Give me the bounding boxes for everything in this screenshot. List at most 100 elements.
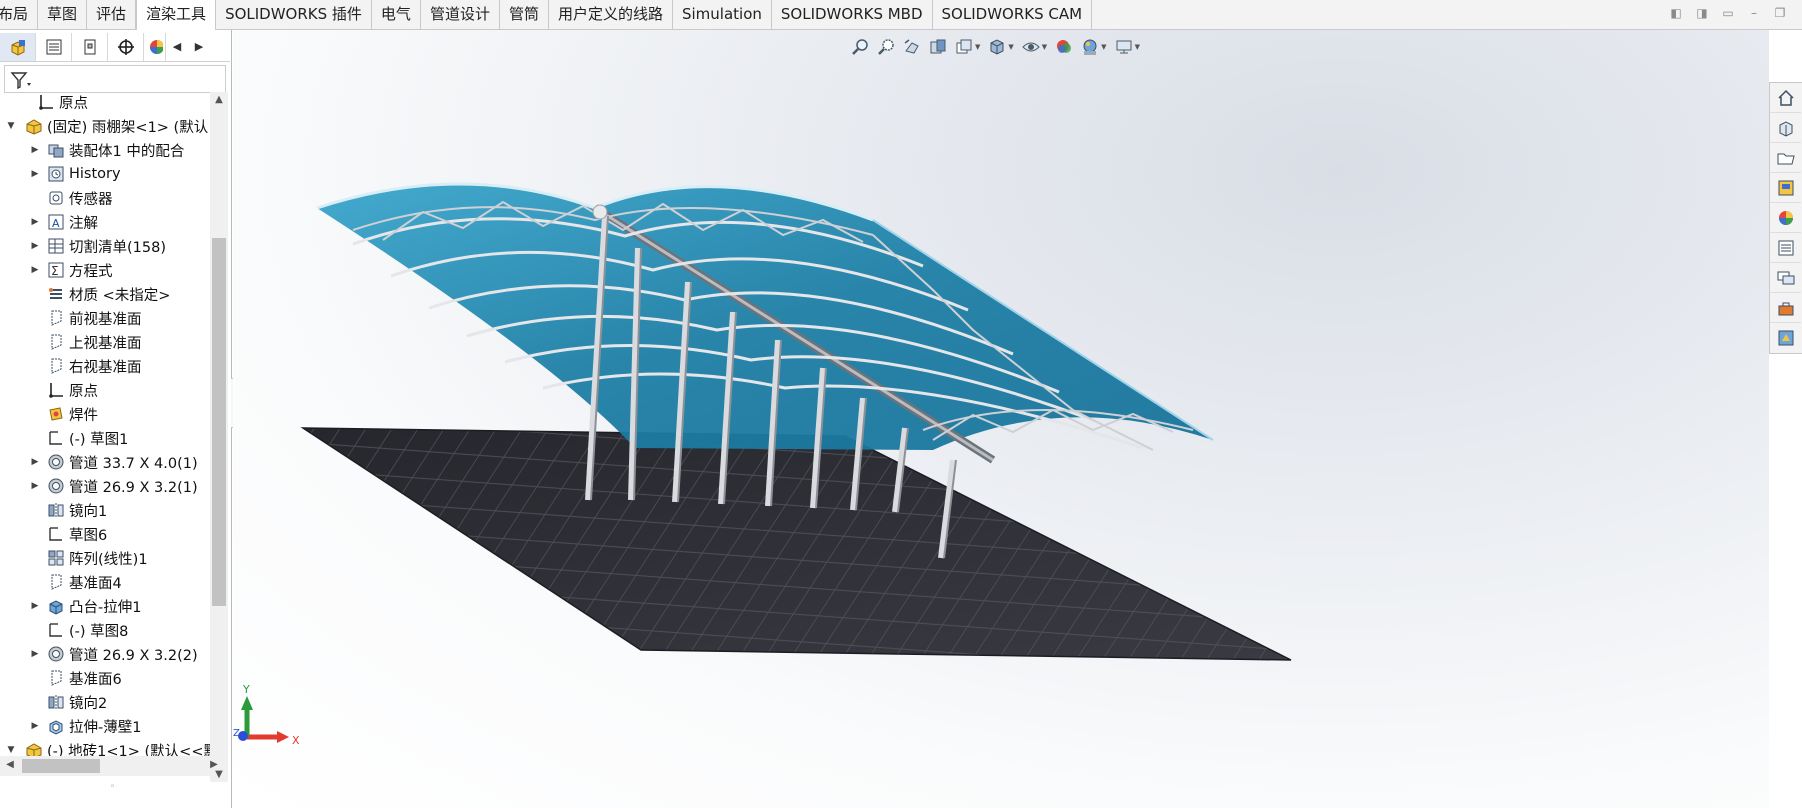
property-manager-tab[interactable]: [36, 32, 72, 61]
feature-tree-item[interactable]: ▶ 切割清单(158): [28, 234, 166, 258]
ribbon-tab[interactable]: SOLIDWORKS MBD: [772, 0, 933, 30]
zoom-to-area-button[interactable]: [875, 36, 897, 58]
panel-resize-grip[interactable]: ◦: [110, 782, 115, 792]
appearances-tab[interactable]: [1770, 203, 1801, 233]
feature-tree-item[interactable]: 焊件: [28, 402, 98, 426]
section-view-button[interactable]: [927, 36, 949, 58]
zoom-to-fit-button[interactable]: [849, 36, 871, 58]
feature-tree-item[interactable]: 上视基准面: [28, 330, 142, 354]
design-library-tab[interactable]: [1770, 113, 1801, 143]
feature-tree-item[interactable]: (-) 草图8: [28, 618, 128, 642]
feature-tree-item[interactable]: 基准面4: [28, 570, 122, 594]
solidworks-forum-tab[interactable]: [1770, 263, 1801, 293]
feature-tree-item[interactable]: ▶ 管道 26.9 X 3.2(2): [28, 642, 198, 666]
solidworks-resources-tab[interactable]: [1770, 83, 1801, 113]
ribbon-tab[interactable]: 评估: [87, 0, 137, 30]
feature-tree-item[interactable]: ▶ Σ 方程式: [28, 258, 113, 282]
dimxpert-tab[interactable]: [108, 32, 144, 61]
minimize-icon[interactable]: –: [1746, 5, 1762, 21]
dropdown-caret-icon[interactable]: ▼: [1101, 43, 1106, 51]
tab-scroll-right-icon[interactable]: ▶: [188, 33, 210, 61]
expand-arrow-icon[interactable]: ▶: [28, 241, 42, 251]
feature-tree-item[interactable]: ▶ A 注解: [28, 210, 98, 234]
ribbon-tab[interactable]: 电气: [372, 0, 421, 30]
feature-tree-item[interactable]: 传感器: [28, 186, 113, 210]
feature-tree-item[interactable]: (-) 草图1: [28, 426, 128, 450]
view-orientation-button[interactable]: [986, 36, 1008, 58]
view-palette-tab[interactable]: [1770, 173, 1801, 203]
ribbon-tab[interactable]: 草图: [38, 0, 88, 30]
dropdown-caret-icon[interactable]: ▼: [1008, 43, 1013, 51]
feature-tree-item[interactable]: ▼ (固定) 雨棚架<1> (默认: [4, 114, 208, 138]
expand-arrow-icon[interactable]: ▶: [28, 649, 42, 659]
tree-horizontal-scrollbar[interactable]: ◀ ▶: [0, 756, 218, 776]
dropdown-caret-icon[interactable]: ▼: [975, 43, 980, 51]
previous-view-button[interactable]: [901, 36, 923, 58]
ribbon-tab[interactable]: 管筒: [500, 0, 549, 30]
feature-tree-item[interactable]: 前视基准面: [28, 306, 142, 330]
ribbon-tab[interactable]: 管道设计: [421, 0, 500, 30]
ribbon-tab[interactable]: 布局: [0, 0, 39, 30]
expand-arrow-icon[interactable]: ▶: [28, 601, 42, 611]
graphics-area[interactable]: X Y Z ▼ ▼ ▼ ▼ ▼: [233, 30, 1769, 808]
feature-tree-item[interactable]: ▶ 管道 26.9 X 3.2(1): [28, 474, 198, 498]
structural-member-icon: [46, 476, 66, 496]
feature-tree-item[interactable]: 右视基准面: [28, 354, 142, 378]
tile-left-icon[interactable]: ◧: [1668, 5, 1684, 21]
expand-arrow-icon[interactable]: ▶: [28, 217, 42, 227]
ribbon-tab[interactable]: SOLIDWORKS CAM: [933, 0, 1093, 30]
collapse-arrow-icon[interactable]: ▼: [4, 745, 18, 755]
expand-arrow-icon[interactable]: ▶: [28, 721, 42, 731]
expand-arrow-icon[interactable]: ▶: [28, 145, 42, 155]
feature-tree-item[interactable]: ▶ 管道 33.7 X 4.0(1): [28, 450, 198, 474]
feature-tree-item[interactable]: 草图6: [28, 522, 107, 546]
vertical-scroll-thumb[interactable]: [212, 238, 226, 606]
feature-tree-item[interactable]: ▶ 凸台-拉伸1: [28, 594, 142, 618]
dynamic-annotation-button[interactable]: [953, 36, 975, 58]
restore-window-icon[interactable]: ▭: [1720, 5, 1736, 21]
configuration-manager-tab[interactable]: [72, 32, 108, 61]
ribbon-tab[interactable]: 用户定义的线路: [549, 0, 673, 30]
model-view[interactable]: X Y Z: [233, 30, 1769, 808]
feature-tree-item[interactable]: 基准面6: [28, 666, 122, 690]
maximize-icon[interactable]: ❐: [1772, 5, 1788, 21]
expand-arrow-icon[interactable]: ▶: [28, 457, 42, 467]
feature-filter-box[interactable]: [4, 65, 226, 93]
tree-vertical-scrollbar[interactable]: ▲ ▼: [210, 92, 228, 782]
scroll-right-icon[interactable]: ▶: [206, 759, 222, 770]
tile-right-icon[interactable]: ◨: [1694, 5, 1710, 21]
collapse-arrow-icon[interactable]: ▼: [4, 121, 18, 131]
edit-appearance-button[interactable]: [1053, 36, 1075, 58]
feature-tree-item[interactable]: 原点: [28, 90, 88, 114]
horizontal-scroll-thumb[interactable]: [22, 759, 100, 773]
feature-tree-item[interactable]: 镜向1: [28, 498, 107, 522]
tab-scroll-left-icon[interactable]: ◀: [166, 33, 188, 61]
dropdown-caret-icon[interactable]: ▼: [1135, 43, 1140, 51]
file-explorer-tab[interactable]: [1770, 143, 1801, 173]
toolbox-tab[interactable]: [1770, 293, 1801, 323]
view-settings-button[interactable]: [1113, 36, 1135, 58]
scroll-down-icon[interactable]: ▼: [211, 769, 227, 780]
feature-tree-item[interactable]: ▶ 装配体1 中的配合: [28, 138, 185, 162]
ribbon-tab[interactable]: 渲染工具: [136, 0, 217, 31]
feature-tree-item[interactable]: ▶ 拉伸-薄壁1: [28, 714, 142, 738]
custom-properties-tab[interactable]: [1770, 233, 1801, 263]
feature-tree-item[interactable]: 镜向2: [28, 690, 107, 714]
display-style-button[interactable]: [1020, 36, 1042, 58]
expand-arrow-icon[interactable]: ▶: [28, 265, 42, 275]
ribbon-tab[interactable]: Simulation: [673, 0, 772, 30]
apply-scene-button[interactable]: [1079, 36, 1101, 58]
expand-arrow-icon[interactable]: ▶: [28, 481, 42, 491]
scroll-up-icon[interactable]: ▲: [211, 94, 227, 105]
ribbon-tab[interactable]: SOLIDWORKS 插件: [216, 0, 372, 30]
display-manager-tab[interactable]: [144, 32, 166, 61]
dropdown-caret-icon[interactable]: ▼: [1042, 43, 1047, 51]
expand-arrow-icon[interactable]: ▶: [28, 169, 42, 179]
feature-tree-item[interactable]: 原点: [28, 378, 98, 402]
3dexperience-tab[interactable]: [1770, 323, 1801, 353]
scroll-left-icon[interactable]: ◀: [2, 759, 18, 770]
feature-tree-item[interactable]: ▶ History: [28, 162, 121, 186]
feature-tree-item[interactable]: 阵列(线性)1: [28, 546, 148, 570]
feature-tree-item[interactable]: 材质 <未指定>: [28, 282, 170, 306]
feature-manager-tab[interactable]: [0, 32, 36, 61]
